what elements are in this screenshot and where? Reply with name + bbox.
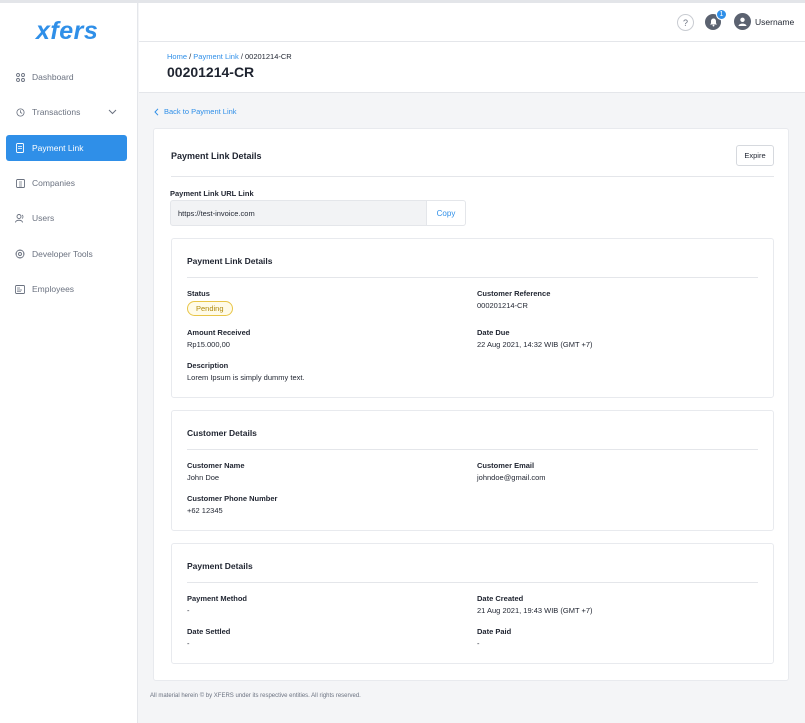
brand-logo[interactable]: xfers: [36, 17, 98, 46]
back-link-label: Back to Payment Link: [164, 107, 237, 116]
sidebar-item-label: Payment Link: [32, 143, 84, 153]
customer-phone-field: Customer Phone Number +62 12345: [187, 494, 277, 515]
date-due-label: Date Due: [477, 328, 510, 337]
sidebar: xfers Dashboard Transactions Payment Lin…: [0, 3, 138, 723]
sidebar-item-dashboard[interactable]: Dashboard: [6, 64, 127, 90]
customer-email-field: Customer Email johndoe@gmail.com: [477, 461, 545, 482]
date-created-value: 21 Aug 2021, 19:43 WIB (GMT +7): [477, 606, 593, 615]
customer-details-section: Customer Details Customer Name John Doe …: [171, 410, 774, 531]
customer-reference-field: Customer Reference 000201214-CR: [477, 289, 550, 310]
id-card-icon: [15, 284, 25, 294]
card-title: Payment Link Details: [171, 151, 262, 161]
sidebar-item-users[interactable]: Users: [6, 205, 127, 231]
date-created-label: Date Created: [477, 594, 524, 603]
grid-icon: [15, 72, 25, 82]
payment-link-details-section: Payment Link Details Status Pending Cust…: [171, 238, 774, 398]
payment-method-label: Payment Method: [187, 594, 248, 603]
top-bar: ? 1 Username: [139, 3, 805, 42]
expire-button[interactable]: Expire: [736, 145, 774, 166]
url-label: Payment Link URL Link: [170, 189, 254, 198]
amount-received-field: Amount Received Rp15.000,00: [187, 328, 250, 349]
sidebar-item-payment-link[interactable]: Payment Link: [6, 135, 127, 161]
chevron-left-icon: [154, 107, 159, 116]
date-due-field: Date Due 22 Aug 2021, 14:32 WIB (GMT +7): [477, 328, 593, 349]
sidebar-item-employees[interactable]: Employees: [6, 276, 127, 302]
history-icon: [15, 107, 25, 117]
payment-details-section: Payment Details Payment Method - Date Cr…: [171, 543, 774, 664]
page-title: 00201214-CR: [167, 64, 255, 80]
chevron-down-icon: [108, 107, 117, 117]
sidebar-item-label: Companies: [32, 178, 75, 188]
customer-reference-label: Customer Reference: [477, 289, 551, 298]
date-created-field: Date Created 21 Aug 2021, 19:43 WIB (GMT…: [477, 594, 593, 615]
status-field: Status Pending: [187, 289, 233, 316]
breadcrumb: Home / Payment Link / 00201214-CR: [167, 52, 292, 61]
username-label[interactable]: Username: [755, 17, 794, 27]
sidebar-item-label: Dashboard: [32, 72, 74, 82]
sidebar-item-label: Transactions: [32, 107, 81, 117]
divider: [187, 277, 758, 278]
payment-link-card: Payment Link Details Expire Payment Link…: [153, 128, 789, 681]
breadcrumb-payment-link[interactable]: Payment Link: [193, 52, 238, 61]
customer-name-field: Customer Name John Doe: [187, 461, 245, 482]
customer-name-label: Customer Name: [187, 461, 245, 470]
customer-email-value: johndoe@gmail.com: [477, 473, 546, 482]
date-due-value: 22 Aug 2021, 14:32 WIB (GMT +7): [477, 340, 593, 349]
section-title: Customer Details: [187, 428, 257, 438]
sidebar-item-label: Users: [32, 213, 55, 223]
notification-badge: 1: [716, 9, 727, 20]
gear-icon: [15, 249, 25, 259]
section-title: Payment Link Details: [187, 256, 273, 266]
payment-method-field: Payment Method -: [187, 594, 247, 615]
sidebar-item-transactions[interactable]: Transactions: [6, 99, 127, 125]
description-value: Lorem Ipsum is simply dummy text.: [187, 373, 305, 382]
description-field: Description Lorem Ipsum is simply dummy …: [187, 361, 305, 382]
description-label: Description: [187, 361, 229, 370]
date-paid-label: Date Paid: [477, 627, 512, 636]
users-icon: [15, 213, 25, 223]
customer-phone-label: Customer Phone Number: [187, 494, 278, 503]
sidebar-item-companies[interactable]: Companies: [6, 170, 127, 196]
date-paid-field: Date Paid -: [477, 627, 511, 648]
breadcrumb-current: 00201214-CR: [245, 52, 292, 61]
building-icon: [15, 178, 25, 188]
date-settled-field: Date Settled -: [187, 627, 230, 648]
divider: [187, 582, 758, 583]
copy-button[interactable]: Copy: [427, 200, 466, 226]
amount-received-value: Rp15.000,00: [187, 340, 230, 349]
customer-phone-value: +62 12345: [187, 506, 223, 515]
back-to-payment-link-link[interactable]: Back to Payment Link: [154, 107, 237, 116]
date-settled-value: -: [187, 639, 190, 648]
footer-copyright: All material herein © by XFERS under its…: [150, 693, 361, 699]
breadcrumb-home[interactable]: Home: [167, 52, 187, 61]
customer-name-value: John Doe: [187, 473, 220, 482]
help-button[interactable]: ?: [677, 14, 694, 31]
payment-method-value: -: [187, 606, 190, 615]
customer-email-label: Customer Email: [477, 461, 535, 470]
date-settled-label: Date Settled: [187, 627, 231, 636]
sidebar-item-developer-tools[interactable]: Developer Tools: [6, 241, 127, 267]
divider: [187, 449, 758, 450]
document-icon: [15, 143, 25, 153]
sidebar-item-label: Developer Tools: [32, 249, 93, 259]
page-header: Home / Payment Link / 00201214-CR 002012…: [139, 42, 805, 93]
user-avatar-icon[interactable]: [734, 13, 751, 30]
status-label: Status: [187, 289, 210, 298]
section-title: Payment Details: [187, 561, 253, 571]
date-paid-value: -: [477, 639, 480, 648]
amount-received-label: Amount Received: [187, 328, 251, 337]
customer-reference-value: 000201214-CR: [477, 301, 528, 310]
status-badge: Pending: [187, 301, 233, 316]
payment-link-url-field[interactable]: https://test-invoice.com: [170, 200, 427, 226]
sidebar-item-label: Employees: [32, 284, 75, 294]
divider: [171, 176, 774, 177]
